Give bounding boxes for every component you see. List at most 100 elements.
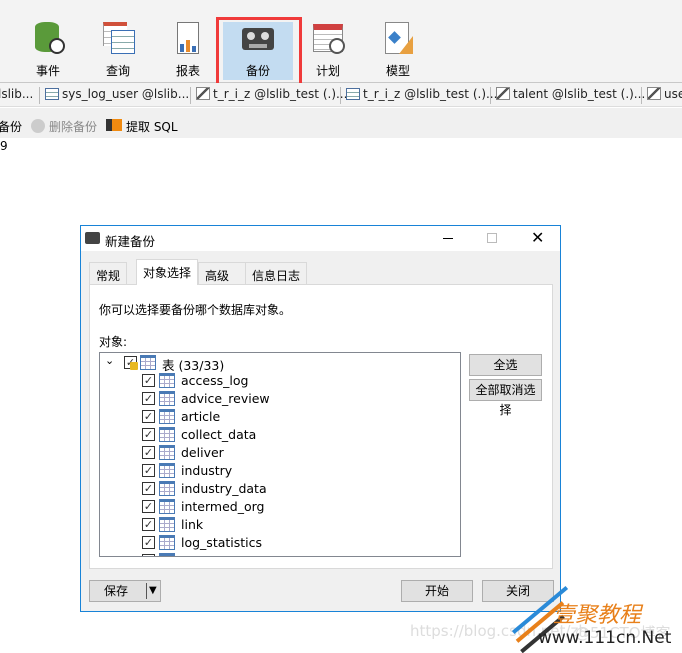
tab-info-log[interactable]: 信息日志 <box>245 262 308 284</box>
tab-advanced[interactable]: 高级 <box>198 262 246 284</box>
table-name: log_statistics <box>181 535 263 550</box>
ribbon-report[interactable]: 报表 <box>153 22 223 80</box>
table-row-partial[interactable] <box>100 552 440 556</box>
checkbox[interactable]: ✓ <box>142 500 155 513</box>
ribbon-event[interactable]: 事件 <box>13 22 83 80</box>
tab-label: t_r_i_z @lslib_test (.)... <box>363 87 498 101</box>
table-row[interactable]: ✓ access_log <box>100 372 440 390</box>
table-icon <box>159 553 175 556</box>
checkbox[interactable]: ✓ <box>142 446 155 459</box>
table-icon <box>159 427 175 442</box>
report-icon <box>171 22 205 56</box>
table-icon <box>159 499 175 514</box>
ribbon-label: 事件 <box>35 64 60 78</box>
table-row[interactable]: ✓ industry_data <box>100 480 440 498</box>
tab-object-selection[interactable]: 对象选择 <box>136 259 199 285</box>
dialog-titlebar: 新建备份 ✕ <box>81 226 560 251</box>
minimize-button[interactable] <box>443 238 453 239</box>
ribbon-label: 查询 <box>105 64 130 78</box>
highlight-annotation <box>216 17 302 86</box>
table-name: link <box>181 517 204 532</box>
table-icon <box>159 391 175 406</box>
table-row[interactable]: ✓ link <box>100 516 440 534</box>
object-tab[interactable]: t_r_i_z @lslib_test (.)... <box>340 87 498 104</box>
close-icon[interactable]: ✕ <box>531 228 544 247</box>
backup-button[interactable]: 备份 <box>0 118 22 135</box>
table-row[interactable]: ✓ intermed_org <box>100 498 440 516</box>
ribbon-model[interactable]: 模型 <box>363 22 433 80</box>
table-icon <box>159 373 175 388</box>
schedule-icon <box>311 22 345 56</box>
watermark-logo: 壹聚教程 <box>553 603 642 628</box>
checkbox[interactable] <box>142 554 155 556</box>
save-label: 保存 <box>104 584 129 598</box>
object-tabs: lslib... sys_log_user @lslib... t_r_i_z … <box>0 83 682 107</box>
checkbox[interactable]: ✓ <box>142 392 155 405</box>
dropdown-arrow-icon[interactable]: ▼ <box>149 581 157 601</box>
table-row[interactable]: ✓ collect_data <box>100 426 440 444</box>
description: 你可以选择要备份哪个数据库对象。 <box>99 303 292 317</box>
save-button[interactable]: 保存 ▼ <box>89 580 161 602</box>
checkbox[interactable]: ✓ <box>142 482 155 495</box>
checkbox[interactable]: ✓ <box>142 536 155 549</box>
new-backup-dialog: 新建备份 ✕ 常规 对象选择 高级 信息日志 你可以选择要备份哪个数据库对象。 … <box>80 225 561 612</box>
tab-label: talent @lslib_test (.)... <box>513 87 646 101</box>
checkbox[interactable]: ✓ <box>142 464 155 477</box>
tree-root[interactable]: ⌄ ✓ 表 (33/33) <box>100 354 440 373</box>
tab-general[interactable]: 常规 <box>89 262 128 284</box>
dialog-title: 新建备份 <box>105 234 156 249</box>
ribbon-schedule[interactable]: 计划 <box>293 22 363 80</box>
object-tab[interactable]: lslib... <box>0 87 33 101</box>
deselect-all-button[interactable]: 全部取消选择 <box>469 379 542 417</box>
query-icon <box>101 22 135 56</box>
backup-icon <box>85 232 100 244</box>
table-name: article <box>181 409 221 424</box>
table-name: collect_data <box>181 427 257 442</box>
object-tab[interactable]: talent @lslib_test (.)... <box>490 87 646 104</box>
table-row[interactable]: ✓ advice_review <box>100 390 440 408</box>
table-icon <box>159 463 175 478</box>
table-row[interactable]: ✓ log_statistics <box>100 534 440 552</box>
checkbox[interactable]: ✓ <box>142 374 155 387</box>
checkbox[interactable]: ✓ <box>142 410 155 423</box>
table-icon <box>159 445 175 460</box>
ribbon-toolbar: 事件 查询 报表 备份 计划 模型 <box>0 0 682 83</box>
chevron-down-icon[interactable]: ⌄ <box>105 354 114 367</box>
object-tree[interactable]: ⌄ ✓ 表 (33/33) ✓access_log✓advice_review✓… <box>99 352 461 557</box>
model-icon <box>381 22 415 56</box>
table-name: industry <box>181 463 233 478</box>
object-tab[interactable]: t_r_i_z @lslib_test (.)... <box>190 87 348 104</box>
ribbon-label: 报表 <box>175 64 200 78</box>
table-name: industry_data <box>181 481 267 496</box>
table-icon <box>346 88 360 100</box>
table-row[interactable]: ✓ article <box>100 408 440 426</box>
tab-label: use <box>664 87 682 101</box>
backup-toolbar: 备份 删除备份 提取 SQL <box>0 108 682 138</box>
ribbon-label: 模型 <box>385 64 410 78</box>
tab-label: t_r_i_z @lslib_test (.)... <box>213 87 348 101</box>
checkbox[interactable]: ✓ <box>142 518 155 531</box>
table-icon <box>45 88 59 100</box>
tab-label: sys_log_user @lslib... <box>62 87 190 101</box>
start-button[interactable]: 开始 <box>401 580 473 602</box>
delete-backup-button[interactable]: 删除备份 <box>49 118 97 135</box>
query-edit-icon <box>496 87 510 100</box>
table-name: access_log <box>181 373 249 388</box>
select-all-button[interactable]: 全选 <box>469 354 542 376</box>
table-row[interactable]: ✓ industry <box>100 462 440 480</box>
query-edit-icon <box>647 87 661 100</box>
maximize-button[interactable] <box>487 233 497 243</box>
table-name: intermed_org <box>181 499 265 514</box>
lock-icon <box>130 362 138 370</box>
object-tab[interactable]: use <box>641 87 682 104</box>
table-row[interactable]: ✓ deliver <box>100 444 440 462</box>
table-icon <box>159 535 175 550</box>
objects-label: 对象: <box>99 335 128 349</box>
checkbox[interactable]: ✓ <box>142 428 155 441</box>
table-name: deliver <box>181 445 224 460</box>
table-icon <box>159 481 175 496</box>
ribbon-query[interactable]: 查询 <box>83 22 153 80</box>
delete-icon <box>31 119 45 133</box>
extract-sql-button[interactable]: 提取 SQL <box>126 118 178 135</box>
object-tab[interactable]: sys_log_user @lslib... <box>39 87 190 104</box>
